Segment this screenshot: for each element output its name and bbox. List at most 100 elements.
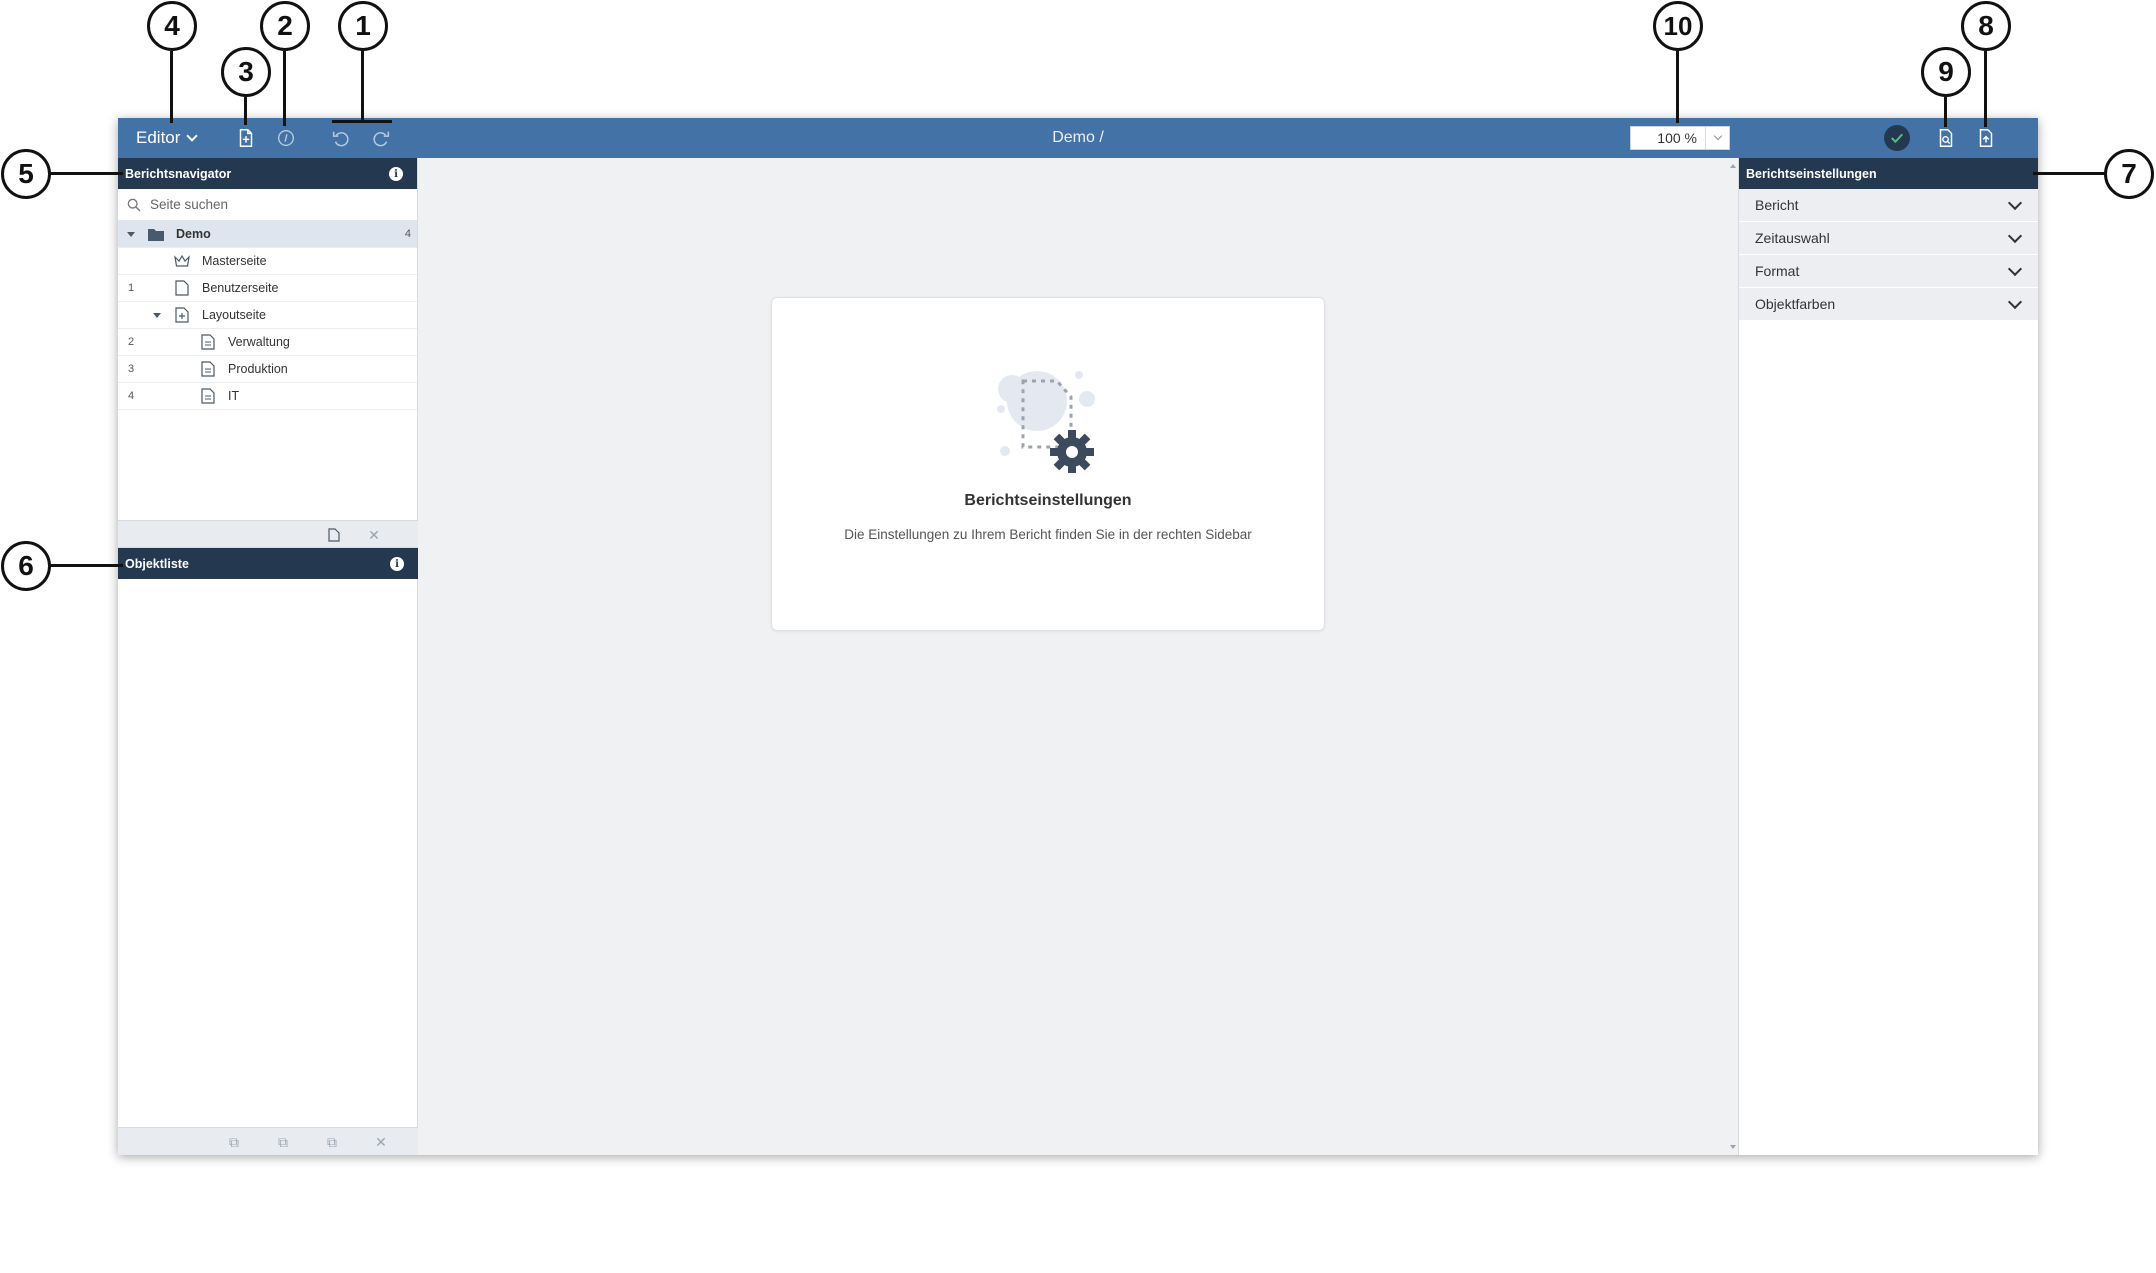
page-count: 4 [404,228,411,240]
callout-leader [170,51,173,123]
section-label: Bericht [1755,197,1799,213]
tree-item-produktion[interactable]: 3 Produktion [118,356,417,383]
callout-leader [1944,97,1947,127]
page-number: 4 [128,390,135,402]
section-zeitauswahl[interactable]: Zeitauswahl [1739,222,2038,255]
copy-object-icon[interactable]: ⧉ [226,1134,242,1150]
section-format[interactable]: Format [1739,255,2038,288]
zoom-value: 100 % [1657,130,1697,146]
page-icon [174,280,190,296]
callout-leader [361,51,364,123]
document-icon [200,334,216,350]
chevron-down-icon [2007,195,2023,211]
top-toolbar: Editor Demo / 100 % [118,118,2038,158]
delete-page-button[interactable]: ✕ [366,527,382,543]
report-navigator-title: Berichtsnavigator [125,166,232,181]
page-number: 2 [128,336,135,348]
right-sidebar: Berichtseinstellungen Bericht Zeitauswah… [1738,158,2038,1155]
zoom-dropdown-button[interactable] [1705,127,1729,149]
card-title: Berichtseinstellungen [964,492,1132,509]
callout-7: 7 [2104,149,2154,199]
file-export-icon [1979,129,1993,147]
check-circle-icon [1891,133,1903,144]
file-search-icon [1939,129,1953,147]
tree-item-masterseite[interactable]: Masterseite [118,248,417,275]
callout-leader [49,564,123,567]
document-title: Demo / [1052,129,1104,146]
report-canvas[interactable]: Berichtseinstellungen Die Einstellungen … [418,158,1738,1155]
search-icon [127,198,141,211]
chevron-down-icon [1713,131,1722,141]
preview-button[interactable] [1932,124,1960,152]
info-icon[interactable]: i [389,167,403,181]
report-settings-header: Berichtseinstellungen [1739,158,2038,189]
report-editor-window: Editor Demo / 100 % Berichtsnavigator i … [118,118,2038,1155]
object-list-header: Objektliste i [118,548,418,579]
delete-object-button[interactable]: ✕ [373,1134,389,1150]
callout-5: 5 [1,149,51,199]
scroll-up-icon[interactable] [1730,164,1736,168]
canvas-scrollbar[interactable] [1728,158,1738,1155]
tree-root-demo[interactable]: Demo 4 [118,221,417,248]
info-icon[interactable]: i [390,557,404,571]
callout-9: 9 [1921,47,1971,97]
callout-leader [49,172,123,175]
tree-root-label: Demo [176,227,211,241]
section-objektfarben[interactable]: Objektfarben [1739,288,2038,321]
document-icon [200,388,216,404]
annotated-screenshot: Editor Demo / 100 % Berichtsnavigator i … [0,0,2156,1273]
section-label: Format [1755,263,1800,279]
crown-icon [174,253,190,269]
object-list-footer: ⧉ ⧉ ⧉ ✕ [118,1127,418,1155]
document-icon [200,361,216,377]
callout-2: 2 [260,1,310,51]
caret-down-icon[interactable] [153,312,161,318]
navigator-footer: ✕ [118,520,418,548]
page-number: 1 [128,282,135,294]
callout-4: 4 [147,1,197,51]
callout-1: 1 [338,1,388,51]
scroll-down-icon[interactable] [1730,1145,1736,1149]
settings-illustration-icon [997,371,1095,473]
status-ok-indicator[interactable] [1884,125,1910,151]
callout-3: 3 [221,47,271,97]
section-label: Objektfarben [1755,296,1836,312]
chevron-down-icon [2007,261,2023,277]
callout-leader [283,51,286,126]
callout-leader [244,97,247,125]
callout-leader [1676,51,1679,123]
add-page-button[interactable] [326,527,342,543]
report-navigator-header: Berichtsnavigator i [118,158,417,189]
tree-item-layoutseite[interactable]: Layoutseite [118,302,417,329]
callout-6: 6 [1,541,51,591]
section-label: Zeitauswahl [1755,230,1830,246]
folder-icon [148,226,164,242]
callout-leader [332,120,392,123]
section-bericht[interactable]: Bericht [1739,189,2038,222]
export-button[interactable] [1972,124,2000,152]
duplicate-object-icon[interactable]: ⧉ [324,1134,340,1150]
tree-item-it[interactable]: 4 IT [118,383,417,410]
callout-8: 8 [1961,1,2011,51]
tree-item-label: IT [228,389,240,403]
chevron-down-icon [2007,228,2023,244]
report-settings-title: Berichtseinstellungen [1746,166,1877,181]
tree-item-label: Layoutseite [202,308,266,322]
layout-page-icon [174,307,190,323]
tree-item-label: Verwaltung [228,335,290,349]
tree-item-verwaltung[interactable]: 2 Verwaltung [118,329,417,356]
left-sidebar: Berichtsnavigator i Demo 4 [118,158,418,1155]
zoom-select[interactable]: 100 % [1630,126,1730,150]
object-list-title: Objektliste [125,556,189,571]
settings-hint-card: Berichtseinstellungen Die Einstellungen … [771,297,1325,631]
callout-leader [1984,51,1987,127]
card-text: Die Einstellungen zu Ihrem Bericht finde… [844,527,1252,542]
page-search-input[interactable] [150,197,390,212]
page-number: 3 [128,363,135,375]
paste-object-icon[interactable]: ⧉ [275,1134,291,1150]
callout-10: 10 [1653,1,1703,51]
caret-down-icon[interactable] [127,231,135,237]
tree-item-label: Masterseite [202,254,267,268]
callout-leader [2033,172,2111,175]
tree-item-benutzerseite[interactable]: 1 Benutzerseite [118,275,417,302]
